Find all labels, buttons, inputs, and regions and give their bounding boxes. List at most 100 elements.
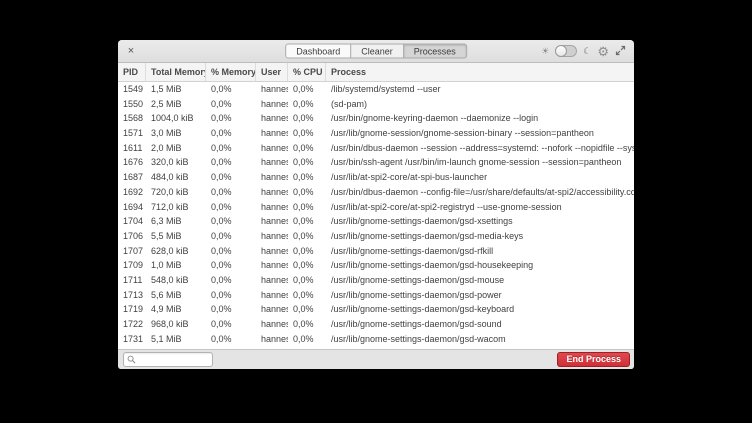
table-row[interactable]: 1676320,0 kiB0,0%hannes0,0%/usr/bin/ssh-… [118, 155, 634, 170]
cell-pct-memory: 0,0% [206, 302, 256, 317]
cell-pid: 1706 [118, 229, 146, 244]
search-box[interactable] [123, 352, 213, 367]
cell-pid: 1568 [118, 111, 146, 126]
column-header-pct-memory[interactable]: % Memory [206, 63, 256, 81]
column-header-total-memory[interactable]: Total Memory [146, 63, 206, 81]
cell-pct-cpu: 0,0% [288, 273, 326, 288]
search-icon [127, 355, 136, 364]
cell-user: hannes [256, 126, 288, 141]
table-row[interactable]: 17135,6 MiB0,0%hannes0,0%/usr/lib/gnome-… [118, 288, 634, 303]
cell-pct-memory: 0,0% [206, 97, 256, 112]
cell-pct-cpu: 0,0% [288, 200, 326, 215]
cell-pct-cpu: 0,0% [288, 229, 326, 244]
process-table-body: 15491,5 MiB0,0%hannes0,0%/lib/systemd/sy… [118, 82, 634, 349]
cell-total-memory: 712,0 kiB [146, 200, 206, 215]
table-row[interactable]: 17194,9 MiB0,0%hannes0,0%/usr/lib/gnome-… [118, 302, 634, 317]
cell-user: hannes [256, 229, 288, 244]
cell-total-memory: 720,0 kiB [146, 185, 206, 200]
cell-total-memory: 484,0 kiB [146, 170, 206, 185]
table-row[interactable]: 15681004,0 kiB0,0%hannes0,0%/usr/bin/gno… [118, 111, 634, 126]
cell-pct-cpu: 0,0% [288, 111, 326, 126]
cell-user: hannes [256, 332, 288, 347]
cell-total-memory: 6,3 MiB [146, 214, 206, 229]
expand-icon [615, 44, 626, 59]
table-row[interactable]: 1694712,0 kiB0,0%hannes0,0%/usr/lib/at-s… [118, 200, 634, 215]
settings-button[interactable]: ⚙ [597, 45, 609, 58]
cell-user: hannes [256, 317, 288, 332]
column-header-pct-cpu[interactable]: % CPU [288, 63, 326, 81]
cell-process: /usr/lib/gnome-settings-daemon/gsd-media… [326, 229, 634, 244]
tab-cleaner[interactable]: Cleaner [350, 44, 404, 59]
cell-user: hannes [256, 302, 288, 317]
cell-process: /usr/lib/gnome-settings-daemon/gsd-house… [326, 258, 634, 273]
cell-total-memory: 3,0 MiB [146, 126, 206, 141]
cell-total-memory: 2,5 MiB [146, 97, 206, 112]
cell-total-memory: 1,5 MiB [146, 82, 206, 97]
cell-pct-memory: 0,0% [206, 185, 256, 200]
cell-pct-memory: 0,0% [206, 141, 256, 156]
table-row[interactable]: 1711548,0 kiB0,0%hannes0,0%/usr/lib/gnom… [118, 273, 634, 288]
cell-user: hannes [256, 111, 288, 126]
cell-total-memory: 2,0 MiB [146, 141, 206, 156]
search-input[interactable] [136, 355, 212, 364]
cell-pct-cpu: 0,0% [288, 332, 326, 347]
cell-pct-memory: 0,0% [206, 317, 256, 332]
cell-process: /usr/lib/gnome-settings-daemon/gsd-power [326, 288, 634, 303]
tab-processes[interactable]: Processes [403, 44, 467, 59]
cell-pid: 1549 [118, 82, 146, 97]
column-header-user[interactable]: User [256, 63, 288, 81]
cell-pct-memory: 0,0% [206, 214, 256, 229]
cell-pct-memory: 0,0% [206, 170, 256, 185]
action-bar: End Process [118, 349, 634, 369]
sun-icon: ☀ [541, 47, 549, 56]
cell-user: hannes [256, 155, 288, 170]
close-button[interactable]: × [122, 42, 140, 60]
end-process-button[interactable]: End Process [557, 352, 630, 367]
table-row[interactable]: 15502,5 MiB0,0%hannes0,0%(sd-pam) [118, 97, 634, 112]
table-row[interactable]: 15491,5 MiB0,0%hannes0,0%/lib/systemd/sy… [118, 82, 634, 97]
cell-total-memory: 5,6 MiB [146, 288, 206, 303]
cell-process: /usr/bin/dbus-daemon --session --address… [326, 141, 634, 156]
table-row[interactable]: 1692720,0 kiB0,0%hannes0,0%/usr/bin/dbus… [118, 185, 634, 200]
headerbar-controls: ☀ ☾ ⚙ [541, 44, 626, 59]
cell-total-memory: 1,0 MiB [146, 258, 206, 273]
cell-pct-cpu: 0,0% [288, 244, 326, 259]
dark-mode-toggle[interactable] [555, 45, 577, 57]
table-row[interactable]: 17046,3 MiB0,0%hannes0,0%/usr/lib/gnome-… [118, 214, 634, 229]
cell-pct-cpu: 0,0% [288, 82, 326, 97]
table-row[interactable]: 1687484,0 kiB0,0%hannes0,0%/usr/lib/at-s… [118, 170, 634, 185]
cell-process: /usr/lib/gnome-settings-daemon/gsd-mouse [326, 273, 634, 288]
cell-process: /usr/lib/gnome-session/gnome-session-bin… [326, 126, 634, 141]
cell-user: hannes [256, 214, 288, 229]
column-header-pid[interactable]: PID [118, 63, 146, 81]
tab-dashboard[interactable]: Dashboard [285, 44, 351, 59]
table-row[interactable]: 17315,1 MiB0,0%hannes0,0%/usr/lib/gnome-… [118, 332, 634, 347]
cell-pid: 1707 [118, 244, 146, 259]
cell-pid: 1713 [118, 288, 146, 303]
cell-pct-memory: 0,0% [206, 258, 256, 273]
cell-process: /usr/lib/gnome-settings-daemon/gsd-keybo… [326, 302, 634, 317]
cell-total-memory: 5,5 MiB [146, 229, 206, 244]
cell-pct-memory: 0,0% [206, 288, 256, 303]
cell-pid: 1694 [118, 200, 146, 215]
moon-icon: ☾ [583, 47, 591, 56]
cell-pct-cpu: 0,0% [288, 126, 326, 141]
cell-total-memory: 4,9 MiB [146, 302, 206, 317]
column-header-process[interactable]: Process [326, 63, 634, 81]
table-row[interactable]: 1707628,0 kiB0,0%hannes0,0%/usr/lib/gnom… [118, 244, 634, 259]
table-row[interactable]: 17065,5 MiB0,0%hannes0,0%/usr/lib/gnome-… [118, 229, 634, 244]
cell-pid: 1704 [118, 214, 146, 229]
close-icon: × [128, 45, 134, 57]
cell-pct-memory: 0,0% [206, 111, 256, 126]
cell-user: hannes [256, 141, 288, 156]
table-row[interactable]: 16112,0 MiB0,0%hannes0,0%/usr/bin/dbus-d… [118, 141, 634, 156]
cell-user: hannes [256, 273, 288, 288]
fullscreen-button[interactable] [615, 44, 626, 59]
table-row[interactable]: 1722968,0 kiB0,0%hannes0,0%/usr/lib/gnom… [118, 317, 634, 332]
cell-process: /usr/bin/dbus-daemon --config-file=/usr/… [326, 185, 634, 200]
table-row[interactable]: 15713,0 MiB0,0%hannes0,0%/usr/lib/gnome-… [118, 126, 634, 141]
process-table-header: PID Total Memory % Memory User % CPU Pro… [118, 63, 634, 82]
cell-pct-memory: 0,0% [206, 200, 256, 215]
table-row[interactable]: 17091,0 MiB0,0%hannes0,0%/usr/lib/gnome-… [118, 258, 634, 273]
cell-user: hannes [256, 97, 288, 112]
